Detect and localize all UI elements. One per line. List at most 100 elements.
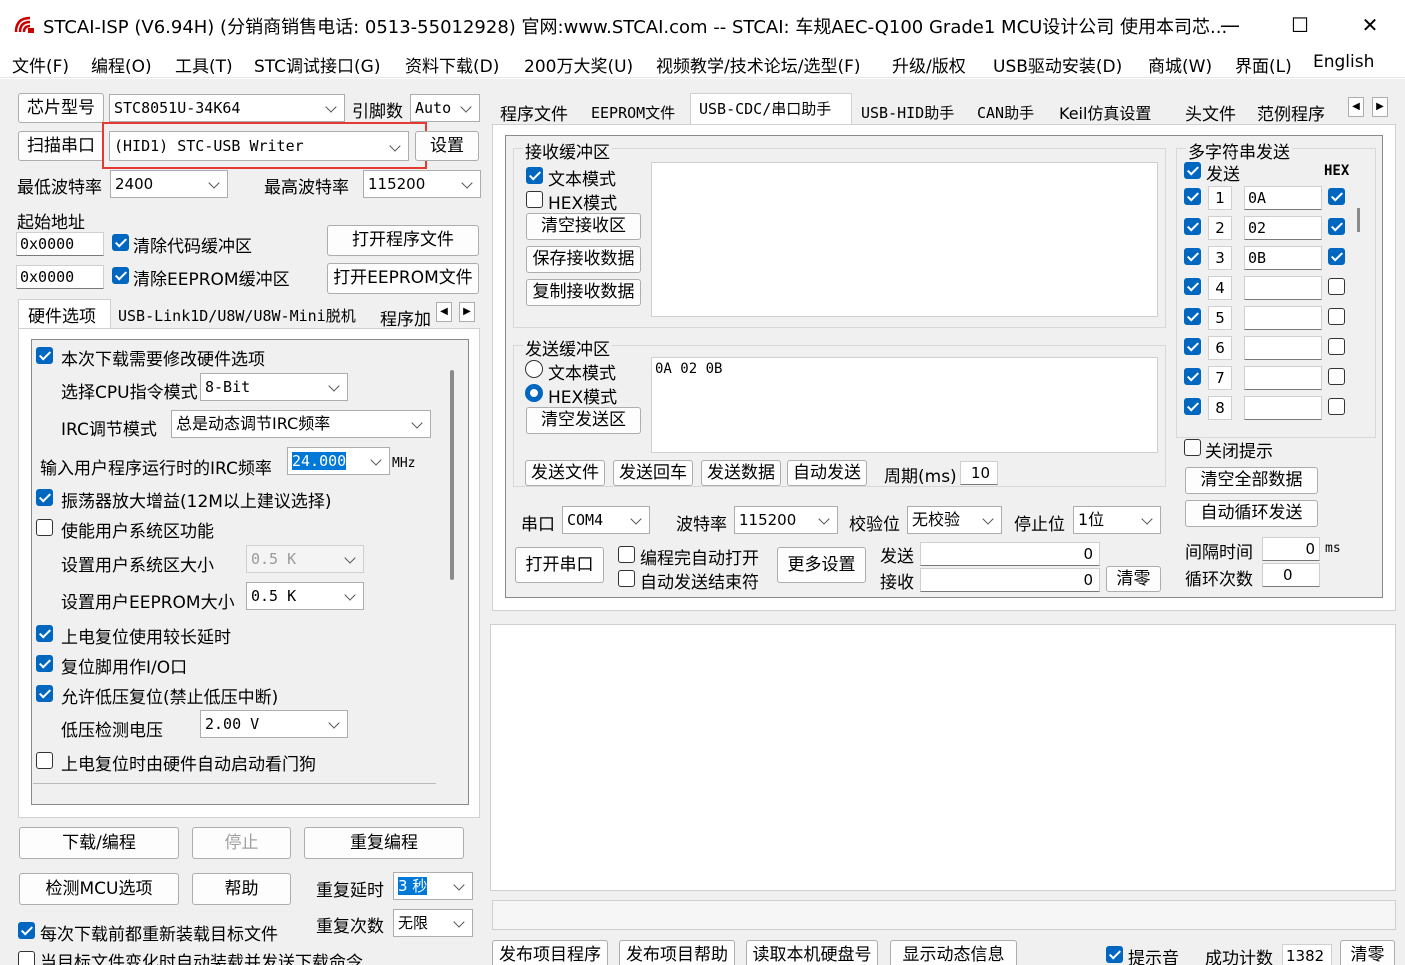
menu-usb-driver[interactable]: USB驱动安装(D) bbox=[993, 52, 1122, 77]
recv-textarea[interactable] bbox=[651, 162, 1158, 317]
cpu-mode-select[interactable]: 8-Bit bbox=[200, 373, 348, 401]
clear-success-button[interactable]: 清零 bbox=[1340, 940, 1395, 965]
lvd-voltage-select[interactable]: 2.00 V bbox=[200, 710, 348, 738]
tab-can[interactable]: CAN助手 bbox=[977, 102, 1034, 123]
multi-row-hex-checkbox[interactable] bbox=[1328, 218, 1345, 235]
tab-examples[interactable]: 范例程序 bbox=[1257, 100, 1325, 125]
multi-row-enable-checkbox[interactable] bbox=[1184, 248, 1201, 265]
tab-usb-cdc[interactable]: USB-CDC/串口助手 bbox=[699, 98, 831, 119]
period-input[interactable]: 10 bbox=[960, 461, 998, 485]
open-program-file-button[interactable]: 打开程序文件 bbox=[327, 225, 479, 256]
reload-checkbox[interactable] bbox=[18, 922, 35, 939]
multi-row-enable-checkbox[interactable] bbox=[1184, 398, 1201, 415]
multi-row-enable-checkbox[interactable] bbox=[1184, 218, 1201, 235]
multi-row-send-button[interactable]: 1 bbox=[1208, 186, 1232, 210]
irc-mode-select[interactable]: 总是动态调节IRC频率 bbox=[171, 410, 431, 438]
download-button[interactable]: 下载/编程 bbox=[19, 827, 179, 859]
menu-shop[interactable]: 商城(W) bbox=[1148, 52, 1212, 77]
menu-prize[interactable]: 200万大奖(U) bbox=[524, 52, 633, 77]
open-serial-button[interactable]: 打开串口 bbox=[515, 547, 604, 583]
multi-row-input[interactable] bbox=[1244, 366, 1322, 390]
settings-button[interactable]: 设置 bbox=[415, 131, 479, 161]
multi-row-hex-checkbox[interactable] bbox=[1328, 188, 1345, 205]
multi-row-input[interactable]: 0B bbox=[1244, 246, 1322, 270]
multi-row-input[interactable]: 02 bbox=[1244, 216, 1322, 240]
stop-button[interactable]: 停止 bbox=[192, 827, 291, 859]
close-button[interactable]: ✕ bbox=[1347, 10, 1393, 40]
multi-row-hex-checkbox[interactable] bbox=[1328, 368, 1345, 385]
multi-row-input[interactable]: 0A bbox=[1244, 186, 1322, 210]
chip-model-select[interactable]: STC8051U-34K64 bbox=[109, 94, 345, 122]
long-reset-checkbox[interactable] bbox=[36, 625, 53, 642]
loop-count-input[interactable]: 0 bbox=[1262, 563, 1320, 587]
multi-row-enable-checkbox[interactable] bbox=[1184, 338, 1201, 355]
auto-open-checkbox[interactable] bbox=[618, 546, 635, 563]
user-eeprom-select[interactable]: 0.5 K bbox=[246, 582, 364, 610]
repeat-program-button[interactable]: 重复编程 bbox=[304, 827, 464, 859]
interval-input[interactable]: 0 bbox=[1262, 537, 1320, 561]
scan-port-button[interactable]: 扫描串口 bbox=[18, 131, 104, 161]
reset-pin-io-checkbox[interactable] bbox=[36, 655, 53, 672]
recv-text-mode-checkbox[interactable] bbox=[526, 167, 543, 184]
read-disk-id-button[interactable]: 读取本机硬盘号 bbox=[746, 940, 878, 965]
multi-row-hex-checkbox[interactable] bbox=[1328, 398, 1345, 415]
send-enter-button[interactable]: 发送回车 bbox=[613, 460, 693, 486]
repeat-count-select[interactable]: 无限 bbox=[393, 909, 473, 937]
tab-scroll-left[interactable]: ◀ bbox=[436, 302, 452, 322]
auto-loop-send-button[interactable]: 自动循环发送 bbox=[1185, 500, 1318, 527]
parity-select[interactable]: 无校验 bbox=[907, 506, 1002, 534]
user-sys-size-select[interactable]: 0.5 K bbox=[246, 545, 364, 573]
auto-send-button[interactable]: 自动发送 bbox=[787, 460, 867, 486]
send-text-mode-radio[interactable] bbox=[525, 360, 543, 378]
clear-eeprom-checkbox[interactable] bbox=[112, 267, 129, 284]
menu-file[interactable]: 文件(F) bbox=[12, 52, 69, 77]
send-hex-mode-radio[interactable] bbox=[525, 384, 543, 402]
multi-row-input[interactable] bbox=[1244, 306, 1322, 330]
chip-model-button[interactable]: 芯片型号 bbox=[18, 93, 104, 123]
menu-english[interactable]: English bbox=[1313, 52, 1374, 72]
multi-row-enable-checkbox[interactable] bbox=[1184, 278, 1201, 295]
right-tab-scroll-left[interactable]: ◀ bbox=[1348, 97, 1364, 117]
close-tip-checkbox[interactable] bbox=[1184, 439, 1201, 456]
menu-tools[interactable]: 工具(T) bbox=[175, 52, 233, 77]
save-recv-button[interactable]: 保存接收数据 bbox=[526, 246, 641, 273]
multi-row-enable-checkbox[interactable] bbox=[1184, 308, 1201, 325]
clear-count-button[interactable]: 清零 bbox=[1106, 566, 1161, 592]
menu-debug[interactable]: STC调试接口(G) bbox=[254, 52, 381, 77]
multi-row-hex-checkbox[interactable] bbox=[1328, 278, 1345, 295]
publish-help-button[interactable]: 发布项目帮助 bbox=[619, 940, 735, 965]
multi-row-enable-checkbox[interactable] bbox=[1184, 188, 1201, 205]
tab-eeprom-file[interactable]: EEPROM文件 bbox=[591, 102, 675, 123]
hw-scrollbar-thumb[interactable] bbox=[450, 370, 454, 580]
multi-row-hex-checkbox[interactable] bbox=[1328, 308, 1345, 325]
tab-usb-link[interactable]: USB-Link1D/U8W/U8W-Mini脱机 bbox=[118, 305, 356, 326]
send-file-button[interactable]: 发送文件 bbox=[525, 460, 605, 486]
multi-row-hex-checkbox[interactable] bbox=[1328, 248, 1345, 265]
multi-row-enable-checkbox[interactable] bbox=[1184, 368, 1201, 385]
menu-program[interactable]: 编程(O) bbox=[91, 52, 152, 77]
repeat-delay-select[interactable]: 3 秒 bbox=[393, 872, 473, 900]
publish-program-button[interactable]: 发布项目程序 bbox=[492, 940, 608, 965]
clear-send-button[interactable]: 清空发送区 bbox=[526, 407, 641, 434]
max-baud-select[interactable]: 115200 bbox=[363, 170, 481, 198]
auto-send-end-checkbox[interactable] bbox=[618, 570, 635, 587]
show-dynamic-info-button[interactable]: 显示动态信息 bbox=[890, 940, 1017, 965]
clear-recv-button[interactable]: 清空接收区 bbox=[526, 213, 641, 240]
right-tab-scroll-right[interactable]: ▶ bbox=[1372, 97, 1388, 117]
eeprom-start-address-input[interactable]: 0x0000 bbox=[16, 265, 104, 289]
multi-row-send-button[interactable]: 5 bbox=[1208, 306, 1232, 330]
tab-program-file[interactable]: 程序文件 bbox=[500, 100, 568, 125]
tab-scroll-right[interactable]: ▶ bbox=[459, 302, 475, 322]
baud-select[interactable]: 115200 bbox=[734, 506, 838, 534]
irc-freq-select[interactable]: 24.000 bbox=[287, 447, 390, 475]
tab-header[interactable]: 头文件 bbox=[1185, 100, 1236, 125]
menu-video[interactable]: 视频教学/技术论坛/选型(F) bbox=[656, 52, 861, 77]
pin-count-select[interactable]: Auto bbox=[410, 94, 480, 122]
wdt-checkbox[interactable] bbox=[36, 752, 53, 769]
tab-usb-hid[interactable]: USB-HID助手 bbox=[861, 102, 954, 123]
menu-upgrade[interactable]: 升级/版权 bbox=[892, 52, 966, 77]
multi-scrollbar-thumb[interactable] bbox=[1357, 208, 1360, 232]
minimize-button[interactable]: — bbox=[1207, 10, 1253, 40]
osc-gain-checkbox[interactable] bbox=[36, 489, 53, 506]
code-start-address-input[interactable]: 0x0000 bbox=[16, 232, 104, 256]
